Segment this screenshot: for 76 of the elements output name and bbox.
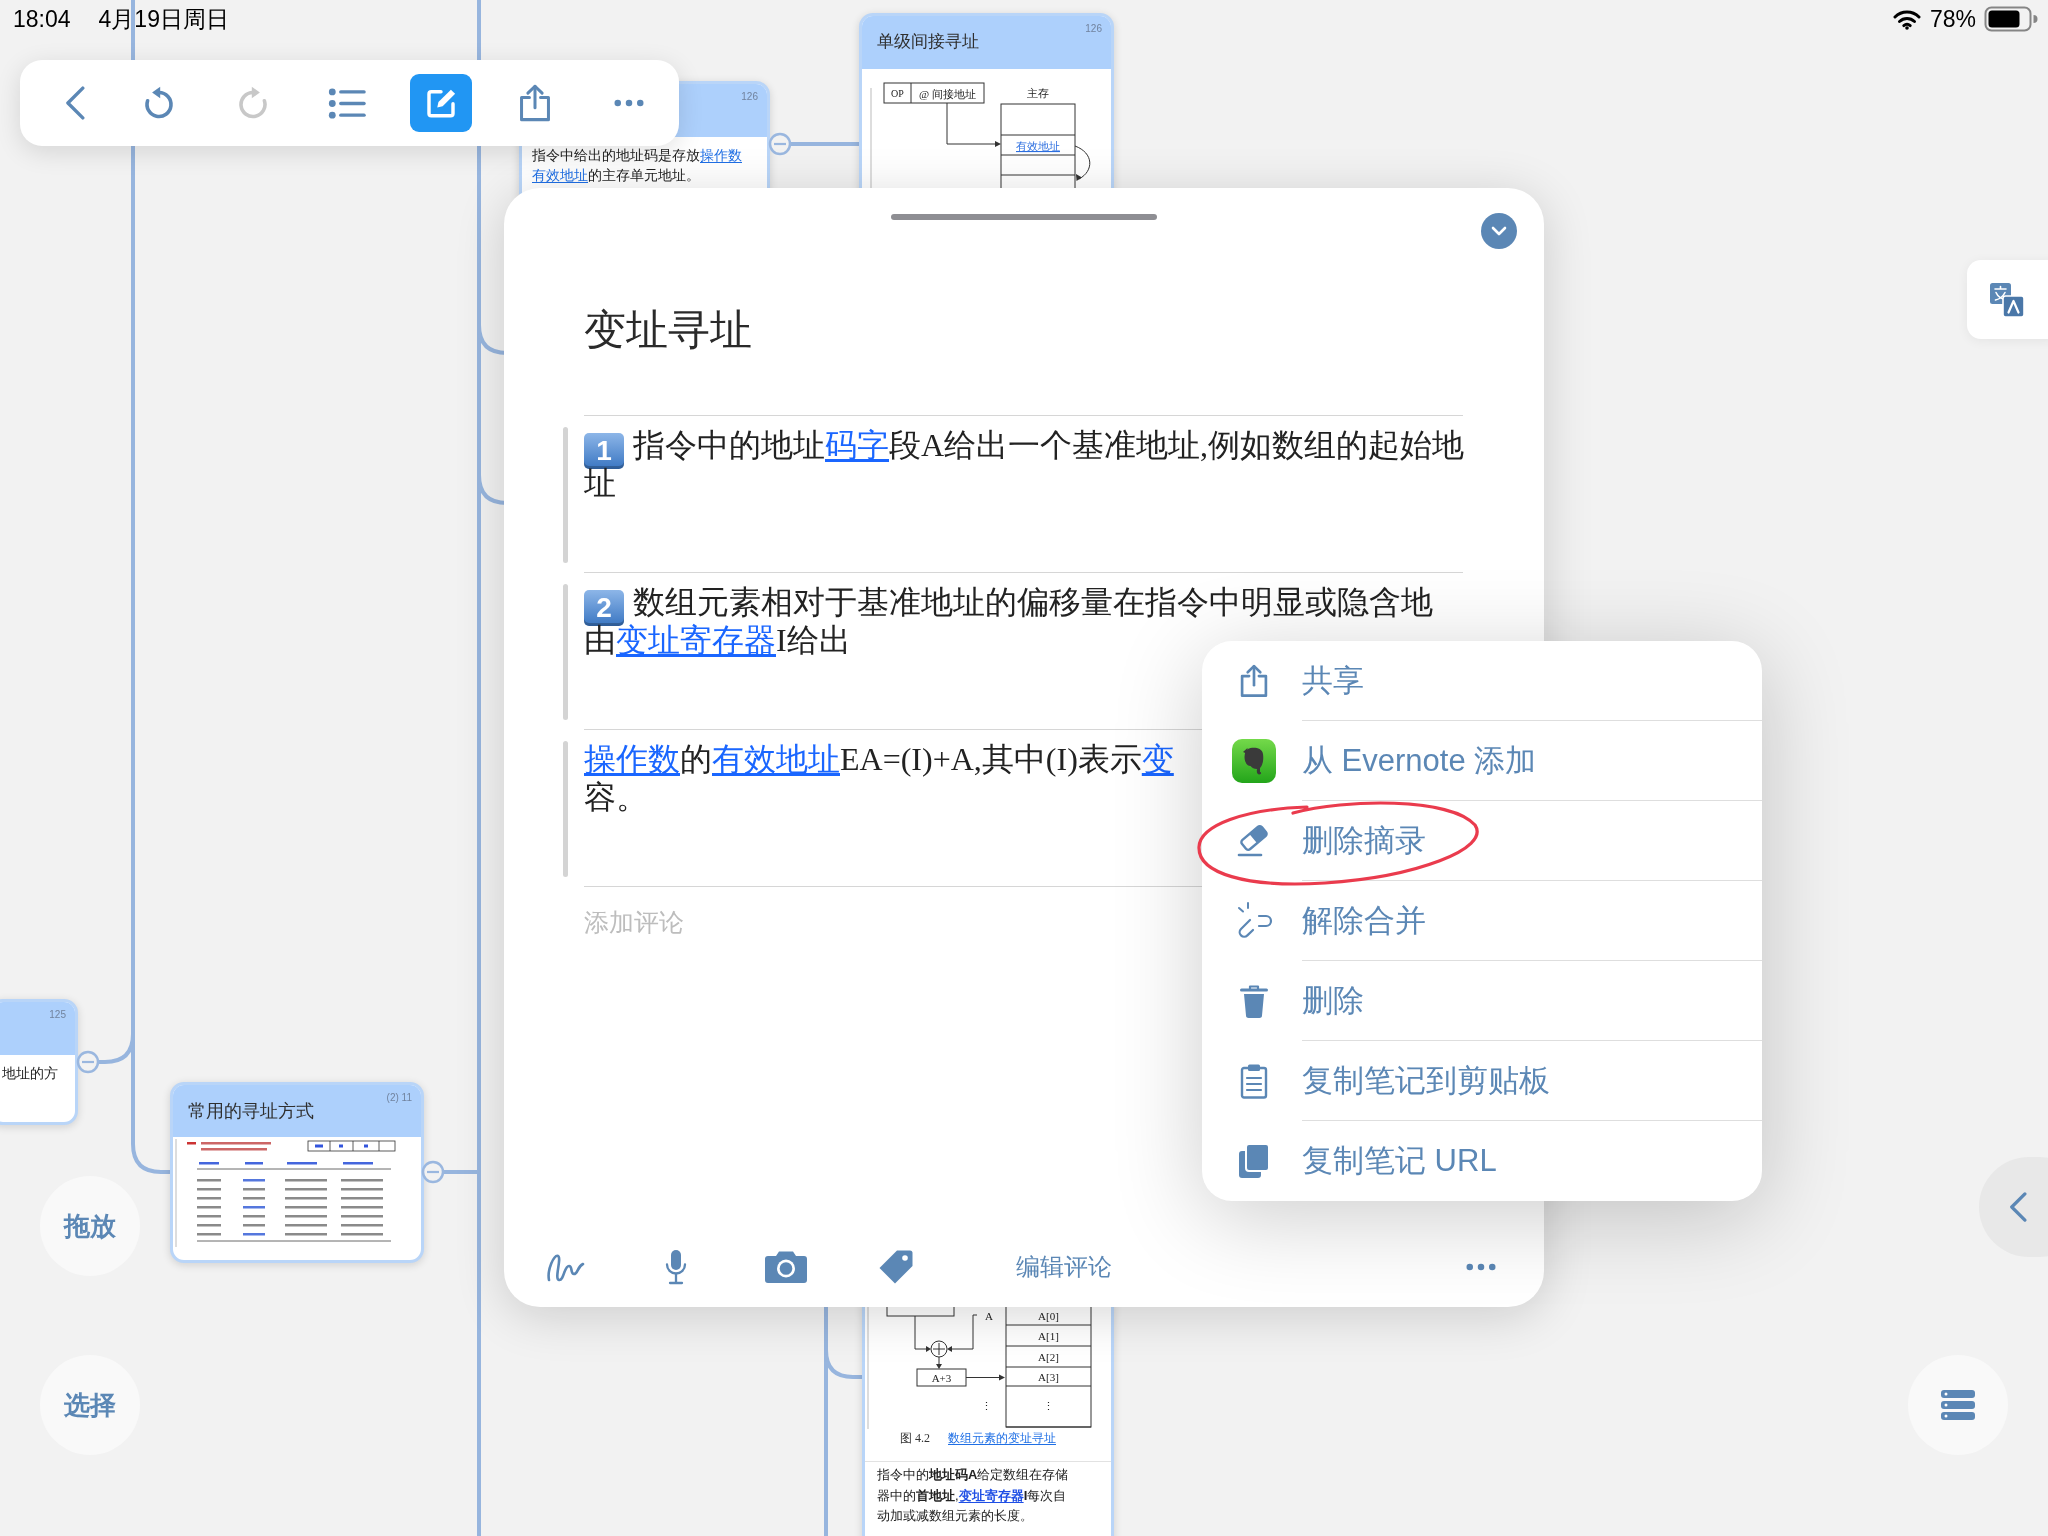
diagram-label: A[1] [1038,1330,1059,1342]
microphone-icon [664,1249,688,1285]
link[interactable]: 有效地址 [712,741,840,777]
adder-symbol [930,1340,948,1358]
collapse-handle[interactable] [768,132,792,156]
diagram-label: A[3] [1038,1371,1059,1383]
diagram-label: A[0] [1038,1310,1059,1322]
menu-item[interactable]: 解除合并 [1202,881,1762,961]
diagram-label: 主存 [1027,87,1049,99]
diagram-label: A+3 [931,1371,952,1384]
menu-item[interactable]: 复制笔记 URL [1202,1121,1762,1201]
menu-item[interactable]: 复制笔记到剪贴板 [1202,1041,1762,1121]
share-icon [519,84,551,122]
diagram-label: ⋮ [1043,1400,1054,1412]
diagram-label: A [985,1310,993,1322]
more-icon [1466,1263,1496,1271]
register-box [916,1368,967,1387]
stacked-list-icon [1940,1389,1976,1421]
list-icon [328,87,366,119]
diagram-label: OP [891,88,904,99]
drag-drop-button[interactable]: 拖放 [40,1176,140,1276]
number-keycap: 1 [584,433,624,469]
page-number: 125 [49,1009,66,1021]
card-text: 指令中的地址码A给定数组在存储 器中的首地址,变址寄存器I每次自 动加或减数组元素的长度。 [865,1461,1111,1527]
arrow [914,1315,931,1352]
wifi-icon [1892,8,1921,30]
battery-percent: 78% [1929,5,1976,33]
copy-icon [1238,1143,1270,1179]
collapse-handle[interactable] [76,1050,100,1074]
collapse-button[interactable] [1481,213,1517,249]
link[interactable]: 操作数 [700,147,742,163]
page-number: 126 [741,91,758,103]
link[interactable]: 变 [1141,741,1174,777]
battery-icon [1984,6,2038,32]
link[interactable]: 有效地址 [532,167,588,183]
camera-icon [764,1250,808,1284]
diagram-label: A[2] [1038,1351,1059,1363]
card-text: 地址的方 [1,1064,59,1083]
more-icon [614,99,644,107]
excerpt-text: 1 指令中的地址码字段A给出一个基准地址,例如数组的起始地 址 [584,426,1463,502]
link[interactable]: 变址寄存器 [958,1487,1024,1503]
diagram-label: ⋮ [980,1400,992,1412]
share-icon [1240,664,1268,698]
trash-icon [1239,983,1269,1019]
link[interactable]: 数组元素的变址寻址 [948,1429,1056,1447]
link[interactable]: 操作数 [584,741,680,777]
diagram-label: @ 间接地址 [919,87,976,100]
drag-handle[interactable] [891,214,1157,220]
translate-icon [1989,281,2025,318]
arrow [947,1314,978,1352]
status-date: 4月19日周日 [98,4,229,34]
clipboard-icon [1240,1063,1268,1099]
select-button[interactable]: 选择 [40,1355,140,1455]
page-number: 126 [1085,23,1102,35]
tag-icon [878,1249,914,1285]
chevron-down-icon [1491,226,1507,236]
link[interactable]: 有效地址 [1016,140,1060,152]
menu-item[interactable]: 从 Evernote 添加 [1202,721,1762,801]
card-title: 单级间接寻址 [877,31,979,53]
card-title: 常用的寻址方式 [188,1100,314,1123]
chevron-left-icon [2009,1192,2027,1222]
number-keycap: 2 [584,590,624,626]
translate-button[interactable] [1967,260,2048,339]
collapse-handle[interactable] [421,1160,445,1184]
arrow [936,1356,942,1369]
page-number: (2) 11 [386,1092,412,1104]
note-title: 变址寻址 [584,305,753,355]
chevron-left-icon [65,86,85,120]
status-time: 18:04 [13,5,71,33]
link[interactable]: 码字 [825,427,889,463]
edit-button[interactable] [410,74,472,132]
menu-item[interactable]: 删除 [1202,961,1762,1041]
edit-comment-button[interactable]: 编辑评论 [1014,1247,1114,1287]
menu-item[interactable]: 删除摘录 [1202,801,1762,881]
figure-caption: 图 4.2 [900,1429,930,1447]
elephant-icon [1232,739,1276,783]
